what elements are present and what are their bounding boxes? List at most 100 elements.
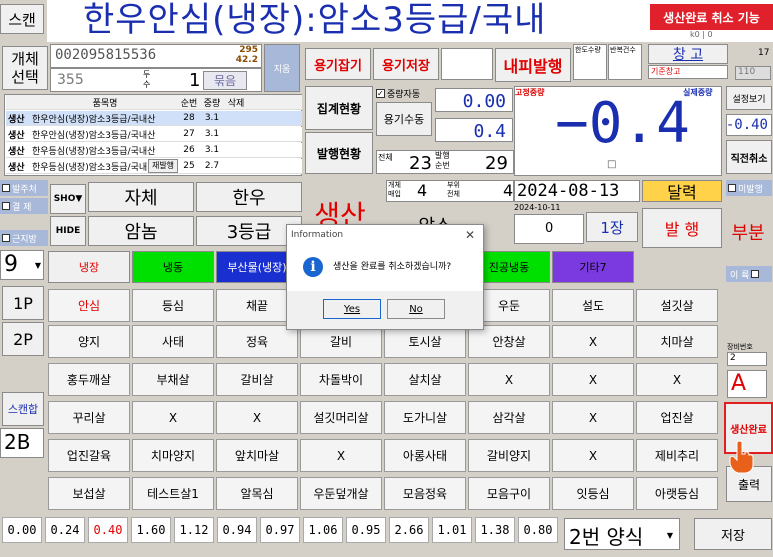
bottom-weight-value[interactable]: 0.24 <box>45 517 85 543</box>
no-button[interactable]: No <box>387 299 445 319</box>
page1-button[interactable]: 1P <box>2 286 44 320</box>
issue-status-button[interactable]: 발행현황 <box>305 132 373 174</box>
item-button[interactable]: 아랫등심 <box>636 477 718 510</box>
entire-button[interactable]: 자체 <box>88 182 194 212</box>
item-button[interactable]: 설도 <box>552 289 634 322</box>
settings-button[interactable]: 설정보기 <box>726 86 772 110</box>
yes-button[interactable]: Yes <box>323 299 381 319</box>
warehouse-button[interactable]: 창 고 <box>648 44 728 64</box>
item-button[interactable]: 살치살 <box>384 363 466 396</box>
blank-field[interactable] <box>441 48 493 80</box>
count-field[interactable]: 355 두 수 1 묶음 <box>50 68 262 92</box>
sheets-button[interactable]: 1장 <box>586 212 638 242</box>
bottom-weight-value[interactable]: 0.97 <box>260 517 300 543</box>
hanwoo-button[interactable]: 한우 <box>196 182 302 212</box>
issue-button[interactable]: 발 행 <box>642 208 722 248</box>
region-check[interactable]: 근지방 <box>0 230 48 246</box>
bundle-button[interactable]: 묶음 <box>203 71 247 90</box>
item-button[interactable]: X <box>552 363 634 396</box>
item-button[interactable]: X <box>300 439 382 472</box>
table-row[interactable]: 생산 한우등심(냉장)암소3등급/국내 재발행 25 2.7 <box>6 159 302 174</box>
scan-button[interactable]: 스캔 <box>0 4 44 34</box>
item-button[interactable]: 갈비살 <box>216 363 298 396</box>
item-button[interactable]: 도가니살 <box>384 401 466 434</box>
interior-issue-button[interactable]: 내피발행 <box>495 48 571 82</box>
item-button[interactable]: X <box>636 363 718 396</box>
summary-button[interactable]: 집계현황 <box>305 86 373 130</box>
item-button[interactable]: 치마살 <box>636 325 718 358</box>
equip-num-field[interactable]: 2 <box>727 352 767 366</box>
item-button[interactable]: 모음구이 <box>468 477 550 510</box>
bottom-weight-value[interactable]: 1.12 <box>174 517 214 543</box>
order-check[interactable]: 발주처 <box>0 180 48 196</box>
category-frozen[interactable]: 냉동 <box>132 251 214 283</box>
item-button[interactable]: 잇등심 <box>552 477 634 510</box>
ee-check[interactable]: 이 륙 <box>726 266 772 282</box>
item-button[interactable]: 부채살 <box>132 363 214 396</box>
unissued-check[interactable]: 미발행 <box>726 180 772 196</box>
bottom-weight-value[interactable]: 0.95 <box>346 517 386 543</box>
barcode-field[interactable]: 002095815536 295 42.2 <box>50 44 262 68</box>
bottom-weight-value[interactable]: 1.60 <box>131 517 171 543</box>
item-button[interactable]: 갈비양지 <box>468 439 550 472</box>
item-button[interactable]: 보섭살 <box>48 477 130 510</box>
save-button[interactable]: 저장 <box>694 518 772 550</box>
item-button[interactable]: 사태 <box>132 325 214 358</box>
item-button[interactable]: X <box>468 363 550 396</box>
item-button[interactable]: 우둔덮개살 <box>300 477 382 510</box>
bottom-weight-value[interactable]: 1.06 <box>303 517 343 543</box>
cow-button[interactable]: 암놈 <box>88 216 194 246</box>
tare-auto-check[interactable]: ✓ 중량자동 <box>376 87 420 100</box>
scan-merge-button[interactable]: 스캔합 <box>2 392 44 426</box>
container-save-button[interactable]: 용기저장 <box>373 48 439 80</box>
item-button[interactable]: 앞치마살 <box>216 439 298 472</box>
item-button[interactable]: 업진갈육 <box>48 439 130 472</box>
item-button[interactable]: 치마양지 <box>132 439 214 472</box>
item-button[interactable]: 꾸리살 <box>48 401 130 434</box>
calendar-button[interactable]: 달력 <box>642 180 722 202</box>
tare-value-field[interactable]: 0.00 <box>435 88 513 112</box>
item-button[interactable]: 업진살 <box>636 401 718 434</box>
reissue-button[interactable]: 재발행 <box>148 159 178 173</box>
item-button[interactable]: 설깃살 <box>636 289 718 322</box>
item-button[interactable]: 알목심 <box>216 477 298 510</box>
close-icon[interactable]: ✕ <box>465 228 475 242</box>
item-button[interactable]: X <box>552 401 634 434</box>
item-button[interactable]: 제비추리 <box>636 439 718 472</box>
bottom-weight-value[interactable]: 1.01 <box>432 517 472 543</box>
item-button[interactable]: 아롱사태 <box>384 439 466 472</box>
item-button[interactable]: 양지 <box>48 325 130 358</box>
repeat-count-field[interactable]: 반복건수 <box>608 44 642 80</box>
bottom-weight-value[interactable]: 0.94 <box>217 517 257 543</box>
container-value-field[interactable]: 0.4 <box>435 118 513 142</box>
item-button[interactable]: X <box>552 439 634 472</box>
item-button[interactable]: X <box>132 401 214 434</box>
combo-2b[interactable]: 2B <box>0 428 44 458</box>
category-fridge[interactable]: 냉장 <box>48 251 130 283</box>
page2-button[interactable]: 2P <box>2 322 44 356</box>
bottom-weight-value[interactable]: 0.80 <box>518 517 558 543</box>
item-button[interactable]: 모음정육 <box>384 477 466 510</box>
item-button[interactable]: 안심 <box>48 289 130 322</box>
date-field[interactable]: 2024-08-13 <box>514 180 640 202</box>
item-button[interactable]: 설깃머리살 <box>300 401 382 434</box>
item-button[interactable]: 홍두깨살 <box>48 363 130 396</box>
pay-check[interactable]: 결 제 <box>0 198 48 214</box>
hide-button[interactable]: HIDE <box>50 216 86 246</box>
table-row[interactable]: 생산 한우안심(냉장)암소3등급/국내산 28 3.1 <box>6 111 302 126</box>
bottom-weight-value[interactable]: 0.40 <box>88 517 128 543</box>
item-button[interactable]: 테스트살1 <box>132 477 214 510</box>
direct-cancel-button[interactable]: 직전취소 <box>726 140 772 174</box>
bottom-weight-value[interactable]: 2.66 <box>389 517 429 543</box>
clear-button[interactable]: 지움 <box>264 44 300 92</box>
item-button[interactable]: 삼각살 <box>468 401 550 434</box>
individual-select-button[interactable]: 개체 선택 <box>2 46 48 90</box>
container-hold-button[interactable]: 용기잡기 <box>305 48 371 80</box>
show-button[interactable]: SHO▼ <box>50 184 86 214</box>
part-button[interactable]: 부분 <box>724 212 772 252</box>
item-button[interactable]: 차돌박이 <box>300 363 382 396</box>
category-other[interactable]: 기타7 <box>552 251 634 283</box>
bottom-weight-value[interactable]: 0.00 <box>2 517 42 543</box>
item-button[interactable]: X <box>552 325 634 358</box>
bottom-weight-value[interactable]: 1.38 <box>475 517 515 543</box>
